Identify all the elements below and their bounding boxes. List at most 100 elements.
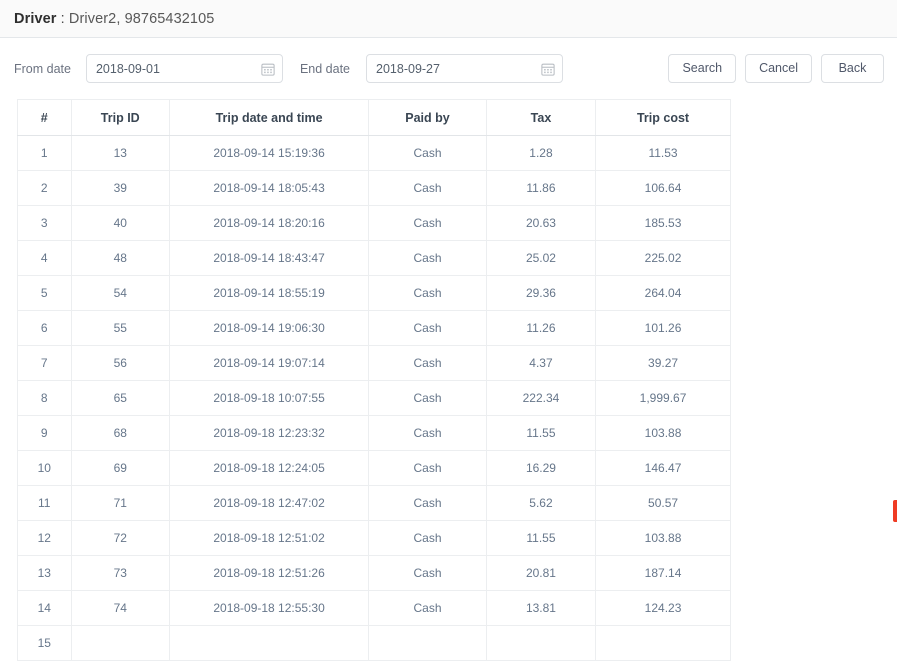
table-cell: 25.02 (486, 241, 595, 276)
table-row[interactable]: 9682018-09-18 12:23:32Cash11.55103.88 (18, 416, 731, 451)
table-cell: Cash (369, 206, 487, 241)
table-cell: 8 (18, 381, 72, 416)
table-cell: 222.34 (486, 381, 595, 416)
table-cell: 2018-09-18 12:51:26 (170, 556, 369, 591)
trips-table-head: #Trip IDTrip date and timePaid byTaxTrip… (18, 100, 731, 136)
table-cell: 54 (71, 276, 169, 311)
table-cell: 14 (18, 591, 72, 626)
table-cell: 40 (71, 206, 169, 241)
end-date-field[interactable] (366, 54, 563, 83)
trips-table-container: #Trip IDTrip date and timePaid byTaxTrip… (17, 99, 731, 661)
table-row[interactable]: 14742018-09-18 12:55:30Cash13.81124.23 (18, 591, 731, 626)
table-row[interactable]: 2392018-09-14 18:05:43Cash11.86106.64 (18, 171, 731, 206)
table-row[interactable]: 15 (18, 626, 731, 661)
column-header: Trip cost (596, 100, 731, 136)
table-cell: 124.23 (596, 591, 731, 626)
table-cell: 15 (18, 626, 72, 661)
cancel-button[interactable]: Cancel (745, 54, 812, 83)
table-cell: 20.81 (486, 556, 595, 591)
table-cell: 225.02 (596, 241, 731, 276)
table-cell: 2018-09-14 19:07:14 (170, 346, 369, 381)
table-cell: 4.37 (486, 346, 595, 381)
table-cell: 2018-09-18 12:51:02 (170, 521, 369, 556)
column-header: Tax (486, 100, 595, 136)
table-cell: 1.28 (486, 136, 595, 171)
back-button[interactable]: Back (821, 54, 884, 83)
table-cell: 20.63 (486, 206, 595, 241)
page-title-label: Driver (14, 11, 57, 27)
table-row[interactable]: 6552018-09-14 19:06:30Cash11.26101.26 (18, 311, 731, 346)
table-cell: Cash (369, 451, 487, 486)
table-row[interactable]: 13732018-09-18 12:51:26Cash20.81187.14 (18, 556, 731, 591)
table-cell: 101.26 (596, 311, 731, 346)
table-cell (170, 626, 369, 661)
table-cell: 2018-09-14 18:55:19 (170, 276, 369, 311)
table-cell: Cash (369, 521, 487, 556)
table-row[interactable]: 5542018-09-14 18:55:19Cash29.36264.04 (18, 276, 731, 311)
table-cell: 68 (71, 416, 169, 451)
table-cell: 146.47 (596, 451, 731, 486)
table-cell: 9 (18, 416, 72, 451)
table-cell: 16.29 (486, 451, 595, 486)
table-cell: 2018-09-18 10:07:55 (170, 381, 369, 416)
column-header: Trip ID (71, 100, 169, 136)
table-cell (486, 626, 595, 661)
table-cell: 2018-09-14 15:19:36 (170, 136, 369, 171)
from-date-label: From date (14, 62, 71, 76)
search-button[interactable]: Search (668, 54, 736, 83)
table-cell: Cash (369, 556, 487, 591)
table-cell: 7 (18, 346, 72, 381)
table-cell: 10 (18, 451, 72, 486)
from-date-input[interactable] (86, 54, 283, 83)
table-cell: 11.55 (486, 416, 595, 451)
page-title-value: Driver2, 98765432105 (69, 11, 215, 27)
table-cell (369, 626, 487, 661)
table-cell: 103.88 (596, 521, 731, 556)
table-cell: 5 (18, 276, 72, 311)
table-cell: Cash (369, 486, 487, 521)
table-header-row: #Trip IDTrip date and timePaid byTaxTrip… (18, 100, 731, 136)
table-cell: Cash (369, 346, 487, 381)
table-row[interactable]: 7562018-09-14 19:07:14Cash4.3739.27 (18, 346, 731, 381)
end-date-label: End date (300, 62, 350, 76)
column-header: # (18, 100, 72, 136)
table-row[interactable]: 11712018-09-18 12:47:02Cash5.6250.57 (18, 486, 731, 521)
toolbar-button-group: Search Cancel Back (668, 54, 884, 83)
from-date-field[interactable] (86, 54, 283, 83)
table-cell: 4 (18, 241, 72, 276)
filter-toolbar: From date End date Search Can (0, 38, 897, 99)
table-row[interactable]: 3402018-09-14 18:20:16Cash20.63185.53 (18, 206, 731, 241)
table-cell: 69 (71, 451, 169, 486)
table-cell: Cash (369, 381, 487, 416)
table-cell: 106.64 (596, 171, 731, 206)
table-cell: 13 (71, 136, 169, 171)
end-date-input[interactable] (366, 54, 563, 83)
column-header: Paid by (369, 100, 487, 136)
trips-table-body: 1132018-09-14 15:19:36Cash1.2811.5323920… (18, 136, 731, 661)
table-cell: 65 (71, 381, 169, 416)
table-row[interactable]: 10692018-09-18 12:24:05Cash16.29146.47 (18, 451, 731, 486)
table-cell: 11.86 (486, 171, 595, 206)
table-cell: 1 (18, 136, 72, 171)
table-cell: 72 (71, 521, 169, 556)
column-header: Trip date and time (170, 100, 369, 136)
trips-table: #Trip IDTrip date and timePaid byTaxTrip… (17, 99, 731, 661)
table-row[interactable]: 8652018-09-18 10:07:55Cash222.341,999.67 (18, 381, 731, 416)
table-cell: 3 (18, 206, 72, 241)
table-cell: 55 (71, 311, 169, 346)
table-row[interactable]: 4482018-09-14 18:43:47Cash25.02225.02 (18, 241, 731, 276)
edge-tab-indicator[interactable] (893, 500, 897, 522)
table-cell: 11.53 (596, 136, 731, 171)
page-title-separator: : (57, 11, 69, 27)
table-cell: 2018-09-18 12:55:30 (170, 591, 369, 626)
table-cell: 39 (71, 171, 169, 206)
table-row[interactable]: 1132018-09-14 15:19:36Cash1.2811.53 (18, 136, 731, 171)
page-header: Driver : Driver2, 98765432105 (0, 0, 897, 38)
table-cell: Cash (369, 171, 487, 206)
table-cell: 39.27 (596, 346, 731, 381)
table-row[interactable]: 12722018-09-18 12:51:02Cash11.55103.88 (18, 521, 731, 556)
table-cell: Cash (369, 276, 487, 311)
table-cell: 11.55 (486, 521, 595, 556)
table-cell: 1,999.67 (596, 381, 731, 416)
table-cell: Cash (369, 241, 487, 276)
